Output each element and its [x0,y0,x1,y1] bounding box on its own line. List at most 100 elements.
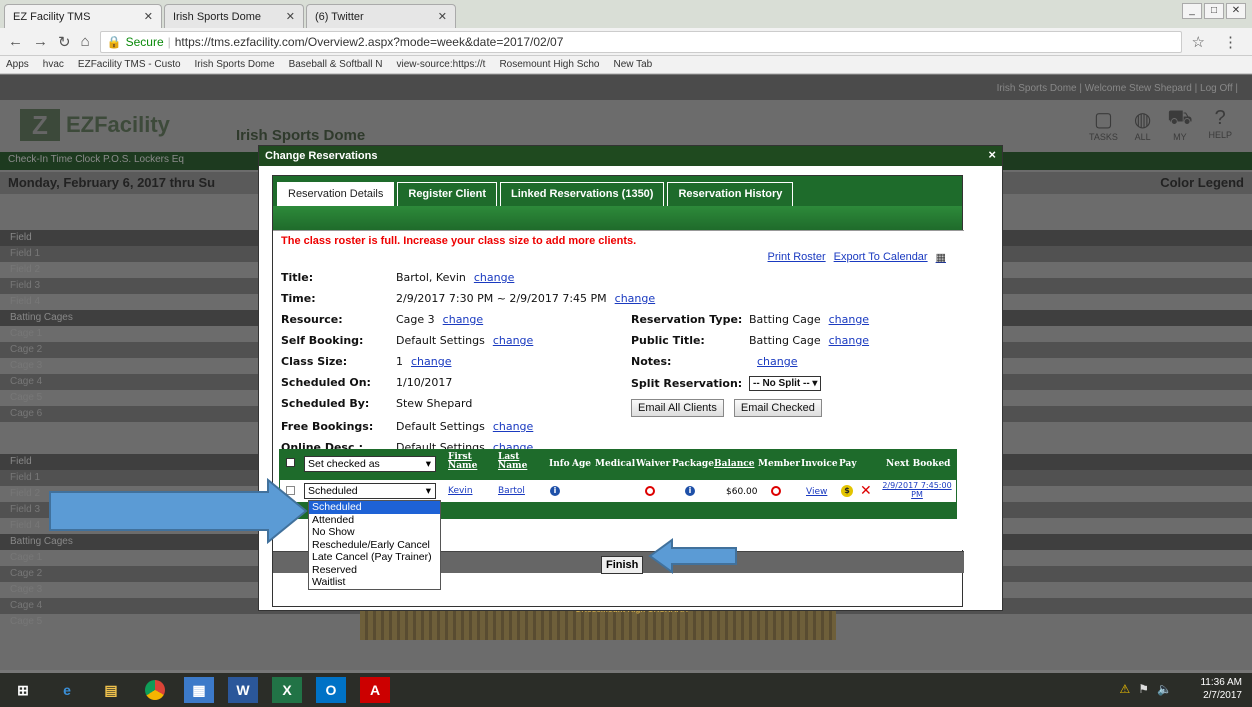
windows-start-icon[interactable]: ⊞ [8,677,38,703]
home-icon[interactable]: ⌂ [81,33,90,50]
reload-icon[interactable]: ↻ [58,33,71,51]
title-value: Bartol, Kevin [396,271,466,284]
package-info-icon[interactable]: i [685,486,695,496]
change-time-link[interactable]: change [615,292,655,305]
browser-tab-irish-sports-dome[interactable]: Irish Sports Dome ✕ [164,4,304,28]
ie-icon[interactable]: e [52,677,82,703]
taskbar-clock[interactable]: 11:36 AM 2/7/2017 [1200,676,1242,702]
pay-icon[interactable]: $ [841,485,853,497]
back-icon[interactable]: ← [8,33,23,50]
close-icon[interactable]: ✕ [286,10,295,23]
status-option-no-show[interactable]: No Show [309,526,440,539]
change-class-size-link[interactable]: change [411,355,451,368]
annotation-arrow-left [648,538,737,574]
balance-header[interactable]: Balance [714,459,754,469]
change-title-link[interactable]: change [474,271,514,284]
browser-tab-twitter[interactable]: (6) Twitter ✕ [306,4,456,28]
change-resource-link[interactable]: change [443,313,483,326]
chrome-icon[interactable] [140,677,170,703]
finish-button[interactable]: Finish [601,556,644,574]
globe-icon: ◍ [1133,109,1152,131]
bookmarks-bar: Apps hvac EZFacility TMS - Custo Irish S… [0,56,1252,74]
calendar-icon: ▦ [935,252,946,264]
word-icon[interactable]: W [228,677,258,703]
tab-linked-reservations[interactable]: Linked Reservations (1350) [500,182,665,206]
next-booked-link[interactable]: 2/9/2017 7:45:00 PM [878,481,956,499]
last-name-header[interactable]: Last Name [498,453,527,471]
forward-icon[interactable]: → [33,33,48,50]
bookmark-item[interactable]: New Tab [614,59,653,70]
status-select[interactable]: Scheduled ▾ [304,483,436,499]
top-links[interactable]: Irish Sports Dome | Welcome Stew Shepard… [0,75,1252,100]
all-button[interactable]: ◍ ALL [1134,107,1151,142]
app-icon[interactable]: ▦ [184,677,214,703]
first-name-header[interactable]: First Name [448,453,477,471]
tab-strip [273,206,962,230]
volume-icon[interactable]: 🔈 [1157,682,1172,696]
first-name-link[interactable]: Kevin [448,486,473,496]
close-window-icon[interactable]: ✕ [1226,3,1246,19]
color-legend[interactable]: Color Legend [1160,175,1244,191]
bookmark-item[interactable]: EZFacility TMS - Custo [78,59,181,70]
email-all-clients-button[interactable]: Email All Clients [631,399,724,417]
change-self-booking-link[interactable]: change [493,334,533,347]
status-option-scheduled[interactable]: Scheduled [309,501,440,514]
status-option-attended[interactable]: Attended [309,514,440,527]
tasks-button[interactable]: ▢ TASKS [1089,107,1118,142]
status-option-waitlist[interactable]: Waitlist [309,576,440,589]
last-name-link[interactable]: Bartol [498,486,525,496]
bookmark-item[interactable]: Rosemount High Scho [499,59,599,70]
lock-icon: 🔒 [106,34,122,49]
info-icon[interactable]: i [550,486,560,496]
my-button[interactable]: ⛟ MY [1167,107,1192,142]
tab-reservation-history[interactable]: Reservation History [667,182,794,206]
browser-tab-ezfacility[interactable]: EZ Facility TMS ✕ [4,4,162,28]
split-label: Split Reservation: [631,377,743,390]
status-option-reserved[interactable]: Reserved [309,564,440,577]
export-calendar-link[interactable]: Export To Calendar [834,251,928,264]
excel-icon[interactable]: X [272,677,302,703]
acrobat-icon[interactable]: A [360,677,390,703]
close-icon[interactable]: × [988,148,996,162]
outlook-icon[interactable]: O [316,677,346,703]
change-public-title-link[interactable]: change [829,334,869,347]
minimize-icon[interactable]: _ [1182,3,1202,19]
status-option-reschedule[interactable]: Reschedule/Early Cancel [309,539,440,552]
set-checked-as-select[interactable]: Set checked as ▾ [304,456,436,472]
close-icon[interactable]: ✕ [144,10,153,23]
clock-date: 2/7/2017 [1203,690,1242,701]
maximize-icon[interactable]: □ [1204,3,1224,19]
bookmark-star-icon[interactable]: ☆ [1192,33,1205,51]
change-free-bookings-link[interactable]: change [493,420,533,433]
view-invoice-link[interactable]: View [806,487,827,497]
tab-reservation-details[interactable]: Reservation Details [277,182,395,206]
flag-icon[interactable]: ⚑ [1138,682,1149,696]
change-res-type-link[interactable]: change [829,313,869,326]
member-no-icon [771,486,781,496]
url-field[interactable]: 🔒 Secure | https://tms.ezfacility.com/Ov… [99,30,1182,53]
file-explorer-icon[interactable]: ▤ [96,677,126,703]
bookmark-item[interactable]: Irish Sports Dome [195,59,275,70]
change-notes-link[interactable]: change [757,355,797,368]
menu-icon[interactable]: ⋮ [1223,33,1238,51]
print-roster-link[interactable]: Print Roster [768,251,826,264]
tab-register-client[interactable]: Register Client [397,182,498,206]
remove-x-icon[interactable]: ✕ [860,483,872,499]
warning-icon[interactable]: ⚠ [1120,682,1131,696]
next-booked-header: Next Booked [886,459,951,469]
bookmark-item[interactable]: hvac [43,59,64,70]
select-all-checkbox[interactable] [286,458,295,467]
close-icon[interactable]: ✕ [438,10,447,23]
help-button[interactable]: ? HELP [1208,107,1232,142]
resource-value: Cage 3 [396,313,435,326]
bookmark-item[interactable]: Apps [6,59,29,70]
waiver-no-icon[interactable] [645,486,655,496]
windows-taskbar: ⊞ e ▤ ▦ W X O A [0,673,1252,707]
email-checked-button[interactable]: Email Checked [733,399,822,417]
split-select[interactable]: -- No Split -- ▾ [749,376,822,391]
status-option-late-cancel[interactable]: Late Cancel (Pay Trainer) [309,551,440,564]
bookmark-item[interactable]: view-source:https://t [397,59,486,70]
modal-header: Change Reservations × [259,146,1002,166]
bookmark-item[interactable]: Baseball & Softball N [289,59,383,70]
scheduled-by-label: Scheduled By: [281,397,370,410]
